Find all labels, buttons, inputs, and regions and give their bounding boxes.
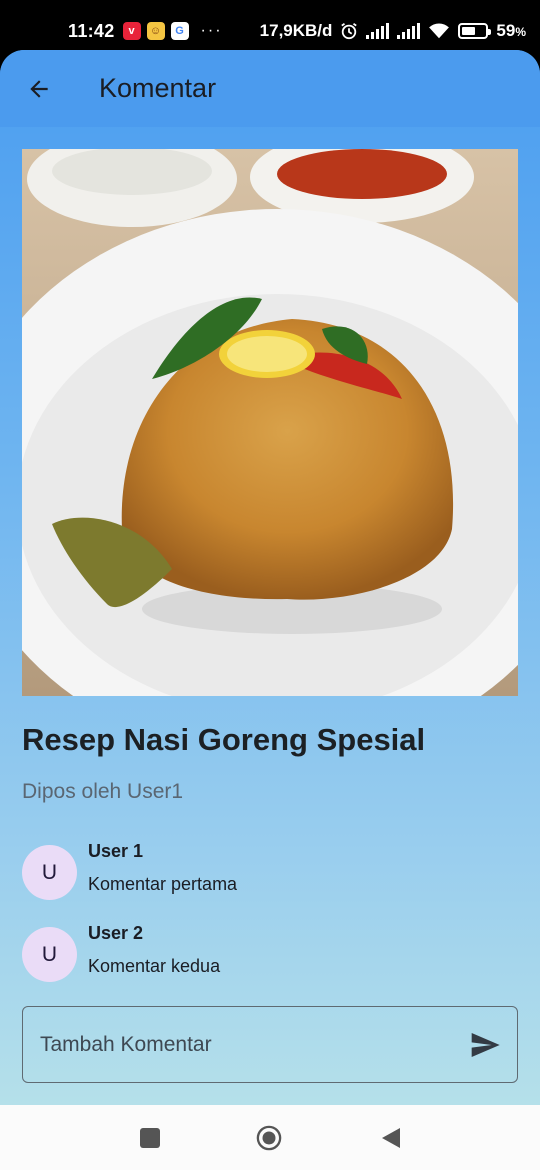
recent-apps-button[interactable] xyxy=(137,1125,163,1151)
battery-percent: 59% xyxy=(496,21,526,40)
page-title: Komentar xyxy=(99,73,217,103)
nav-back-button[interactable] xyxy=(378,1125,404,1151)
app-bar: Komentar xyxy=(0,50,540,127)
post-image xyxy=(22,149,518,696)
status-right: 17,9KB/d 59% xyxy=(260,21,526,41)
home-button[interactable] xyxy=(256,1125,282,1151)
comment-text: Komentar pertama xyxy=(88,874,238,894)
recent-apps-icon xyxy=(140,1128,160,1148)
avatar[interactable]: U xyxy=(22,927,77,982)
alarm-icon xyxy=(341,23,358,40)
battery-icon xyxy=(458,23,492,39)
send-button[interactable] xyxy=(467,1027,503,1063)
back-button[interactable] xyxy=(22,72,56,106)
home-icon xyxy=(256,1125,282,1151)
battery-fill xyxy=(462,27,476,35)
wifi-icon xyxy=(429,23,450,39)
signal-icon xyxy=(366,23,390,39)
status-time: 11:42 xyxy=(68,20,115,41)
comment-input[interactable] xyxy=(40,1032,467,1057)
comment-user: User 1 xyxy=(88,841,144,861)
comment-screen: Komentar Resep Nasi Goreng Spesial Dipos… xyxy=(0,50,540,1105)
app-notification-icon: v xyxy=(122,22,141,40)
comment-item: U User 1 Komentar pertama xyxy=(22,838,518,900)
comment-user: User 2 xyxy=(88,923,144,943)
signal-icon xyxy=(397,23,421,39)
google-icon: G xyxy=(170,22,189,40)
post-author: Dipos oleh User1 xyxy=(22,780,184,803)
comment-body: User 2 Komentar kedua xyxy=(88,920,220,977)
network-speed: 17,9KB/d xyxy=(259,21,333,40)
notification-icons: v ☺ G xyxy=(122,22,189,40)
avatar[interactable]: U xyxy=(22,845,77,900)
more-notifications-icon: ··· xyxy=(200,22,223,39)
food-photo xyxy=(22,149,518,696)
comment-input-box xyxy=(22,1006,518,1083)
post-title: Resep Nasi Goreng Spesial xyxy=(22,722,426,757)
comment-body: User 1 Komentar pertama xyxy=(88,838,237,895)
send-icon xyxy=(471,1032,500,1057)
back-icon xyxy=(382,1128,400,1148)
app-notification-icon: ☺ xyxy=(146,22,165,40)
arrow-left-icon xyxy=(30,79,48,98)
comment-item: U User 2 Komentar kedua xyxy=(22,920,518,982)
system-nav-bar xyxy=(0,1105,540,1170)
comment-text: Komentar kedua xyxy=(88,956,221,976)
